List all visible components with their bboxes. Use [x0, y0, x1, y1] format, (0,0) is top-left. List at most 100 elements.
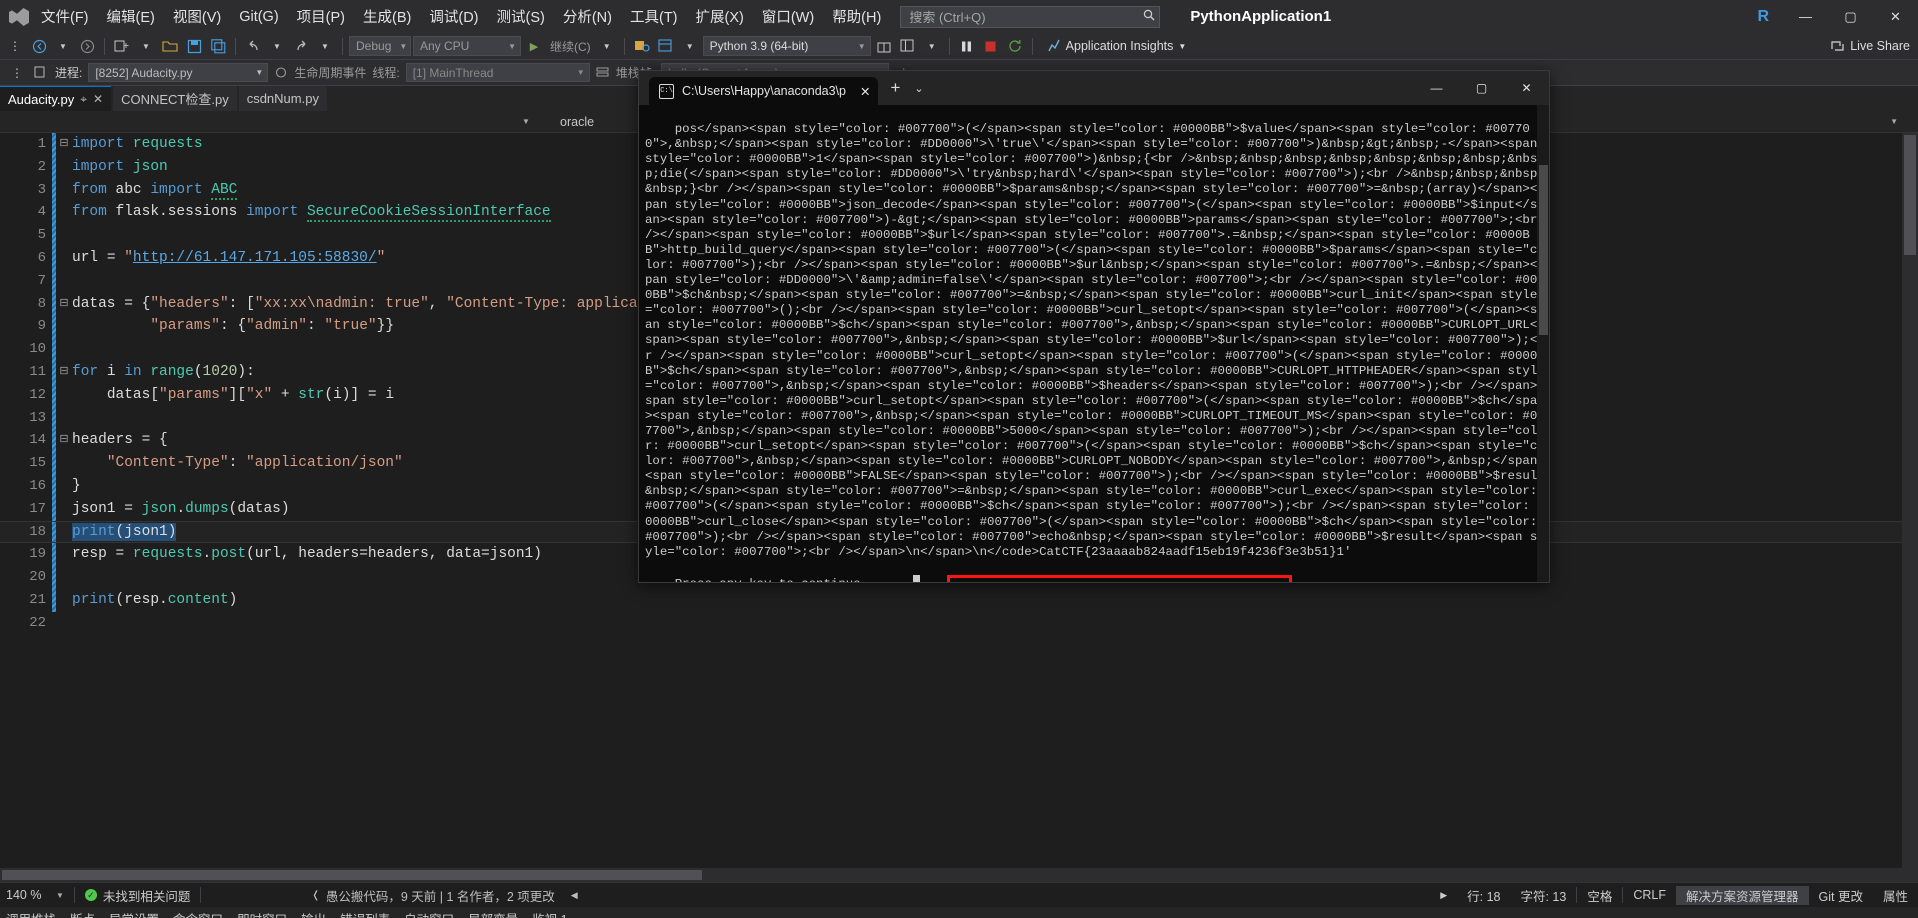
fold-toggle-icon[interactable]: ⊟ [56, 361, 72, 384]
thread-select[interactable]: [1] MainThread ▼ [405, 63, 590, 82]
attach-process-icon[interactable] [631, 35, 653, 57]
panel-tab[interactable]: 断点 [70, 909, 95, 918]
undo-icon[interactable] [242, 35, 264, 57]
codelens-annotation[interactable]: ❬ 愚公搬代码，9 天前 | 1 名作者，2 项更改 ◀ [301, 886, 587, 905]
gift-icon[interactable] [873, 35, 895, 57]
code-line[interactable]: 22 [0, 612, 1918, 635]
minimize-button[interactable]: — [1783, 0, 1828, 33]
line-indicator[interactable]: 行: 18 [1457, 886, 1510, 905]
chevron-down-icon[interactable]: ▼ [522, 117, 530, 126]
back-dropdown-icon[interactable]: ▼ [52, 35, 74, 57]
menu-item-analyze[interactable]: 分析(N) [554, 2, 621, 31]
new-tab-icon[interactable]: + [890, 78, 900, 98]
tab-connect-check-py[interactable]: CONNECT检查.py [113, 86, 237, 111]
continue-play-icon[interactable]: ▶ [523, 35, 545, 57]
column-indicator[interactable]: 字符: 13 [1510, 886, 1576, 905]
editor-horizontal-scrollbar[interactable] [0, 868, 1918, 882]
navigate-forward-icon[interactable] [76, 35, 98, 57]
search-icon[interactable] [1143, 9, 1155, 24]
close-icon[interactable]: ✕ [860, 84, 870, 99]
scrollbar-thumb[interactable] [1904, 135, 1916, 255]
terminal-minimize-button[interactable]: — [1414, 71, 1459, 105]
close-button[interactable]: ✕ [1873, 0, 1918, 33]
menu-item-help[interactable]: 帮助(H) [823, 2, 890, 31]
pause-icon[interactable] [956, 35, 978, 57]
line-ending-indicator[interactable]: CRLF [1623, 888, 1676, 902]
terminal-scrollbar[interactable] [1537, 105, 1549, 582]
stop-icon[interactable] [980, 35, 1002, 57]
menu-item-tools[interactable]: 工具(T) [621, 2, 687, 31]
menu-item-build[interactable]: 生成(B) [354, 2, 420, 31]
chevron-down-icon[interactable]: ⌄ [914, 82, 923, 95]
tool-tab-git-changes[interactable]: Git 更改 [1809, 886, 1873, 905]
panel-tab[interactable]: 监视 1 [532, 909, 567, 918]
chevron-left-icon-2[interactable]: ◀ [571, 890, 578, 901]
redo-icon[interactable] [290, 35, 312, 57]
fold-toggle-icon[interactable]: ⊟ [56, 429, 72, 452]
redo-dropdown-icon[interactable]: ▼ [314, 35, 336, 57]
table-layout-icon[interactable] [897, 35, 919, 57]
menu-item-project[interactable]: 项目(P) [288, 2, 354, 31]
menu-item-file[interactable]: 文件(F) [32, 2, 98, 31]
platform-select[interactable]: Any CPU ▼ [413, 36, 521, 56]
terminal-tab[interactable]: C:\ C:\Users\Happy\anaconda3\p ✕ [649, 77, 879, 105]
undo-dropdown-icon[interactable]: ▼ [266, 35, 288, 57]
live-share-button[interactable]: Live Share [1830, 39, 1910, 53]
fold-toggle-icon[interactable]: ⊟ [56, 133, 72, 156]
hscrollbar-thumb[interactable] [2, 870, 702, 880]
panel-tab[interactable]: 调用堆栈 [6, 909, 56, 918]
panel-tab[interactable]: 即时窗口 [237, 909, 287, 918]
close-icon[interactable]: ✕ [93, 92, 103, 106]
save-all-icon[interactable] [207, 35, 229, 57]
chevron-down-icon-right[interactable]: ▼ [1890, 117, 1898, 126]
fold-toggle-icon[interactable]: ⊟ [56, 293, 72, 316]
new-project-icon[interactable] [111, 35, 133, 57]
tool-tab-properties[interactable]: 属性 [1873, 886, 1918, 905]
table-dropdown-icon[interactable]: ▼ [921, 35, 943, 57]
panel-tab[interactable]: 异常设置 [109, 909, 159, 918]
zoom-dropdown-icon[interactable]: ▼ [56, 891, 74, 900]
terminal-scrollbar-thumb[interactable] [1539, 165, 1548, 335]
menu-item-view[interactable]: 视图(V) [164, 2, 230, 31]
code-line[interactable]: 21 print(resp.content) [0, 588, 1918, 612]
menu-item-window[interactable]: 窗口(W) [753, 2, 823, 31]
terminal-output-area[interactable]: pos</span><span style="color: #007700">(… [639, 105, 1549, 582]
zoom-level[interactable]: 140 % [0, 888, 56, 902]
application-insights-button[interactable]: Application Insights ▼ [1047, 39, 1186, 53]
panel-tab[interactable]: 命令窗口 [173, 909, 223, 918]
window-layout-icon[interactable] [655, 35, 677, 57]
menu-item-extensions[interactable]: 扩展(X) [687, 2, 753, 31]
menu-item-edit[interactable]: 编辑(E) [98, 2, 164, 31]
indentation-indicator[interactable]: 空格 [1577, 886, 1622, 905]
menu-item-git[interactable]: Git(G) [230, 5, 287, 29]
expand-icon[interactable]: ▶ [1430, 890, 1457, 901]
terminal-window[interactable]: C:\ C:\Users\Happy\anaconda3\p ✕ + ⌄ — ▢… [638, 70, 1550, 583]
continue-dropdown-icon[interactable]: ▼ [596, 35, 618, 57]
interpreter-select[interactable]: Python 3.9 (64-bit) ▼ [702, 36, 871, 56]
editor-vertical-scrollbar[interactable] [1902, 133, 1918, 868]
process-select[interactable]: [8252] Audacity.py ▼ [88, 63, 269, 82]
menu-item-test[interactable]: 测试(S) [488, 2, 554, 31]
panel-tab[interactable]: 自动窗口 [404, 909, 454, 918]
navbar-scope[interactable]: oracle [560, 115, 594, 129]
continue-label[interactable]: 继续(C) [547, 38, 594, 55]
new-dropdown-icon[interactable]: ▼ [135, 35, 157, 57]
maximize-button[interactable]: ▢ [1828, 0, 1873, 33]
tool-tab-solution-explorer[interactable]: 解决方案资源管理器 [1676, 885, 1809, 905]
panel-tab[interactable]: 输出 [301, 909, 326, 918]
navigate-backward-icon[interactable] [28, 35, 50, 57]
tab-csdnnum-py[interactable]: csdnNum.py [238, 86, 327, 111]
terminal-maximize-button[interactable]: ▢ [1459, 71, 1504, 105]
pin-icon[interactable]: ⌖ [80, 92, 87, 107]
save-icon[interactable] [183, 35, 205, 57]
configuration-select[interactable]: Debug ▼ [349, 36, 411, 56]
tab-audacity-py[interactable]: Audacity.py ⌖ ✕ [0, 86, 112, 111]
terminal-titlebar[interactable]: C:\ C:\Users\Happy\anaconda3\p ✕ + ⌄ — ▢… [639, 71, 1549, 105]
restart-icon[interactable] [1004, 35, 1026, 57]
menu-item-debug[interactable]: 调试(D) [420, 2, 487, 31]
panel-tab[interactable]: 局部变量 [468, 909, 518, 918]
layout-dropdown-icon[interactable]: ▼ [679, 35, 701, 57]
issues-status[interactable]: ✓ 未找到相关问题 [75, 886, 201, 905]
panel-tab[interactable]: 错误列表 [340, 909, 390, 918]
lifecycle-label[interactable]: 生命周期事件 [294, 64, 366, 81]
